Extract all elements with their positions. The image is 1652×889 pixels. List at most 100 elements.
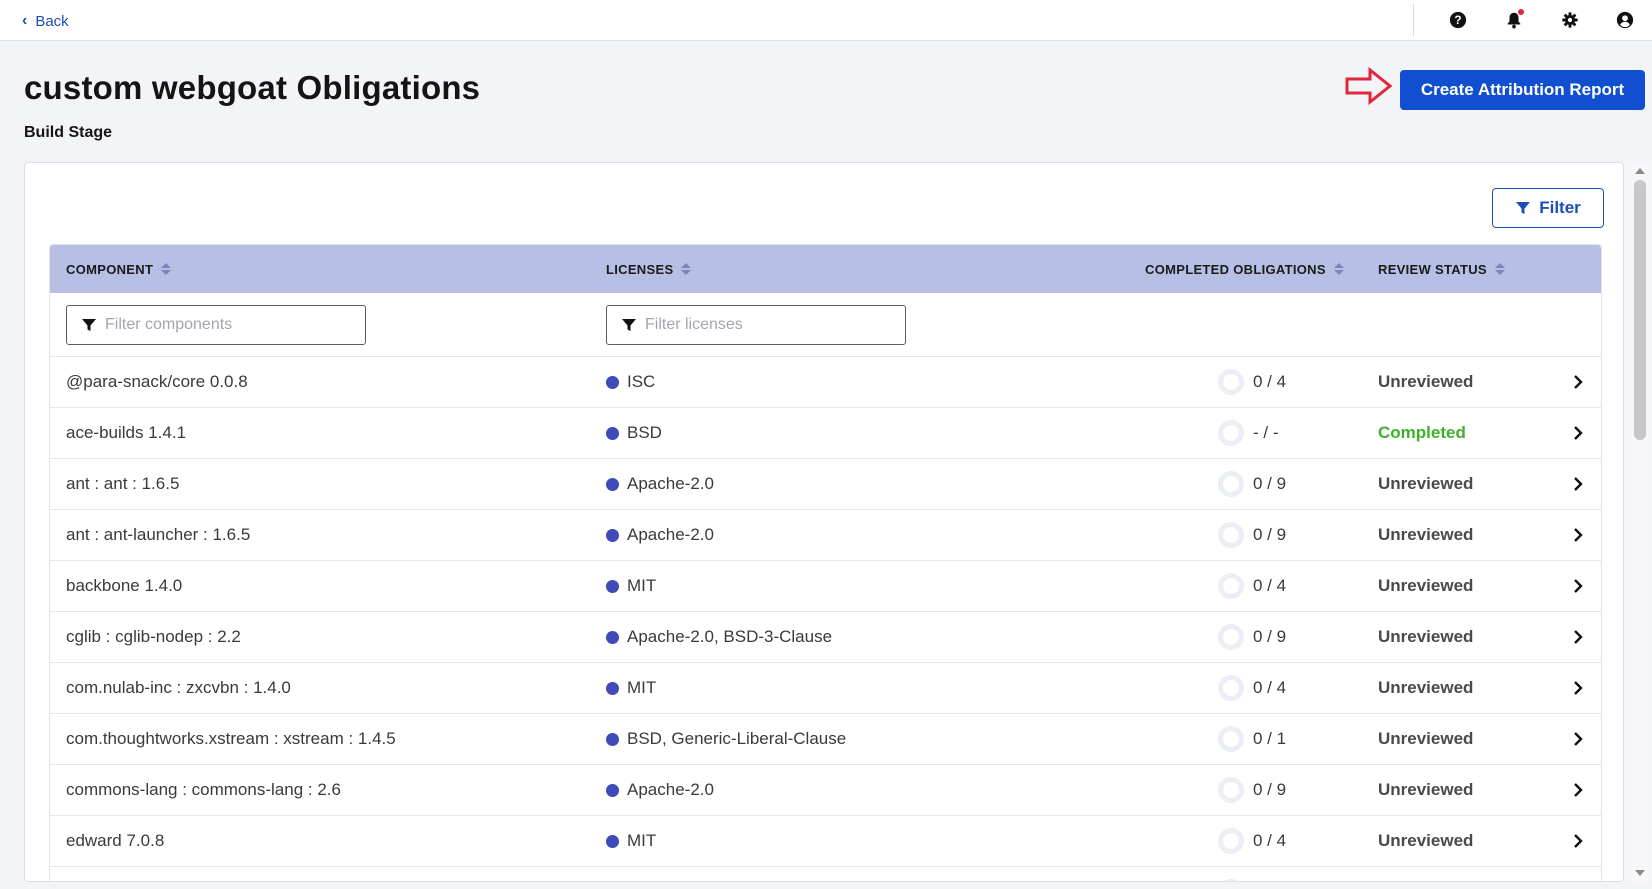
progress-ring-icon: [1218, 369, 1244, 395]
review-status: Unreviewed: [1378, 831, 1474, 850]
filter-button[interactable]: Filter: [1492, 188, 1604, 228]
obligation-count: 0 / 9: [1253, 474, 1287, 493]
license-dot-icon: [606, 477, 619, 491]
table-row[interactable]: cglib : cglib-nodep : 2.2 Apache-2.0, BS…: [50, 612, 1601, 663]
component-name: ant : ant-launcher : 1.6.5: [66, 525, 251, 544]
scroll-down-icon[interactable]: [1635, 870, 1645, 876]
component-filter-input[interactable]: [105, 316, 355, 334]
license-names: Apache-2.0: [627, 780, 714, 799]
obligation-progress: - / -: [1218, 408, 1279, 458]
column-label: REVIEW STATUS: [1378, 261, 1487, 277]
table-row[interactable]: com.thoughtworks.xstream : xstream : 1.4…: [50, 714, 1601, 765]
license-cell: MIT: [606, 663, 656, 713]
table-row[interactable]: @para-snack/core 0.0.8 ISC 0 / 4 Unrevie…: [50, 357, 1601, 408]
back-link[interactable]: ‹ Back: [22, 11, 69, 31]
sort-icon: [681, 263, 692, 275]
component-name: @para-snack/core 0.0.8: [66, 372, 248, 391]
component-name: ace-builds 1.4.1: [66, 423, 187, 442]
license-names: MIT: [627, 831, 657, 850]
component-name: ant : ant : 1.6.5: [66, 474, 180, 493]
chevron-right-icon[interactable]: [1572, 765, 1586, 815]
table-row[interactable]: ace-builds 1.4.1 BSD - / - Completed: [50, 408, 1601, 459]
gear-icon[interactable]: [1559, 9, 1581, 31]
obligation-progress: 0 / 4: [1218, 663, 1286, 713]
obligation-progress: 0 / 9: [1218, 510, 1286, 560]
chevron-right-icon[interactable]: [1572, 663, 1586, 713]
license-cell: BSD, Generic-Liberal-Clause: [606, 714, 846, 764]
table-row[interactable]: ant : ant-launcher : 1.6.5 Apache-2.0 0 …: [50, 510, 1601, 561]
license-names: BSD: [627, 423, 662, 442]
obligation-progress: 0 / 9: [1218, 612, 1286, 662]
review-status: Unreviewed: [1378, 525, 1474, 544]
table-row[interactable]: com.nulab-inc : zxcvbn : 1.4.0 MIT 0 / 4…: [50, 663, 1601, 714]
review-status: Unreviewed: [1378, 627, 1474, 646]
license-names: MIT: [627, 678, 657, 697]
review-status: Unreviewed: [1378, 678, 1474, 697]
page-subtitle: Build Stage: [24, 124, 113, 141]
chevron-right-icon[interactable]: [1572, 561, 1586, 611]
column-label: LICENSES: [606, 261, 674, 277]
column-label: COMPLETED OBLIGATIONS: [1145, 261, 1326, 277]
column-header-review-status[interactable]: REVIEW STATUS: [1378, 245, 1505, 293]
chevron-right-icon[interactable]: [1572, 714, 1586, 764]
create-attribution-report-button[interactable]: Create Attribution Report: [1400, 70, 1645, 110]
funnel-icon: [1516, 202, 1531, 214]
table-row[interactable]: backbone 1.4.0 MIT 0 / 4 Unreviewed: [50, 561, 1601, 612]
notification-badge: [1518, 9, 1524, 15]
license-dot-icon: [606, 834, 619, 848]
obligation-progress: 0 / 9: [1218, 765, 1286, 815]
back-label: Back: [35, 12, 69, 30]
progress-ring-icon: [1218, 879, 1244, 881]
license-dot-icon: [606, 375, 619, 389]
column-header-completed-obligations[interactable]: COMPLETED OBLIGATIONS: [1145, 245, 1344, 293]
progress-ring-icon: [1218, 624, 1244, 650]
license-cell: Apache-2.0: [606, 765, 714, 815]
chevron-right-icon[interactable]: [1572, 408, 1586, 458]
annotation-arrow-icon: [1345, 67, 1393, 105]
funnel-icon: [82, 319, 96, 331]
user-icon[interactable]: [1614, 9, 1636, 31]
filter-row: [50, 293, 1601, 357]
progress-ring-icon: [1218, 777, 1244, 803]
scroll-up-icon[interactable]: [1635, 168, 1645, 174]
license-dot-icon: [606, 579, 619, 593]
scrollbar-thumb[interactable]: [1634, 180, 1646, 440]
chevron-right-icon[interactable]: [1572, 510, 1586, 560]
chevron-right-icon[interactable]: [1572, 816, 1586, 866]
obligation-progress: 0 / 4: [1218, 357, 1286, 407]
obligation-count: - / -: [1253, 423, 1279, 442]
component-name: cglib : cglib-nodep : 2.2: [66, 627, 241, 646]
license-names: BSD, Generic-Liberal-Clause: [627, 729, 847, 748]
license-filter-input[interactable]: [645, 316, 895, 334]
obligation-count: 0 / 9: [1253, 525, 1287, 544]
help-icon[interactable]: ?: [1447, 9, 1469, 31]
obligations-card: Filter COMPONENT LICENSES COMPLETED OBLI…: [24, 162, 1624, 882]
bell-icon[interactable]: [1503, 9, 1525, 31]
obligations-table: COMPONENT LICENSES COMPLETED OBLIGATIONS…: [49, 244, 1602, 881]
obligation-count: 0 / 4: [1253, 831, 1287, 850]
chevron-right-icon[interactable]: [1572, 459, 1586, 509]
obligation-progress: 0 / 1: [1218, 714, 1286, 764]
license-dot-icon: [606, 630, 619, 644]
column-header-licenses[interactable]: LICENSES: [606, 245, 692, 293]
review-status: Unreviewed: [1378, 576, 1474, 595]
table-row[interactable]: edward 7.0.8 MIT 0 / 4 Unreviewed: [50, 816, 1601, 867]
license-cell: Apache-2.0, BSD-3-Clause: [606, 612, 832, 662]
table-row[interactable]: ant : ant : 1.6.5 Apache-2.0 0 / 9 Unrev…: [50, 459, 1601, 510]
component-name: backbone 1.4.0: [66, 576, 183, 595]
scrollbar[interactable]: [1631, 162, 1649, 882]
column-header-component[interactable]: COMPONENT: [66, 245, 172, 293]
license-dot-icon: [606, 426, 619, 440]
chevron-right-icon[interactable]: [1572, 612, 1586, 662]
sort-icon: [1333, 263, 1344, 275]
license-cell: MIT: [606, 816, 656, 866]
obligation-count: 0 / 4: [1253, 372, 1287, 391]
column-label: COMPONENT: [66, 261, 154, 277]
table-row[interactable]: commons-lang : commons-lang : 2.6 Apache…: [50, 765, 1601, 816]
filter-button-label: Filter: [1539, 198, 1581, 217]
table-row-partial[interactable]: [50, 867, 1601, 881]
component-filter: [66, 305, 366, 345]
sort-icon: [161, 263, 172, 275]
component-name: com.nulab-inc : zxcvbn : 1.4.0: [66, 678, 291, 697]
chevron-right-icon[interactable]: [1572, 357, 1586, 407]
